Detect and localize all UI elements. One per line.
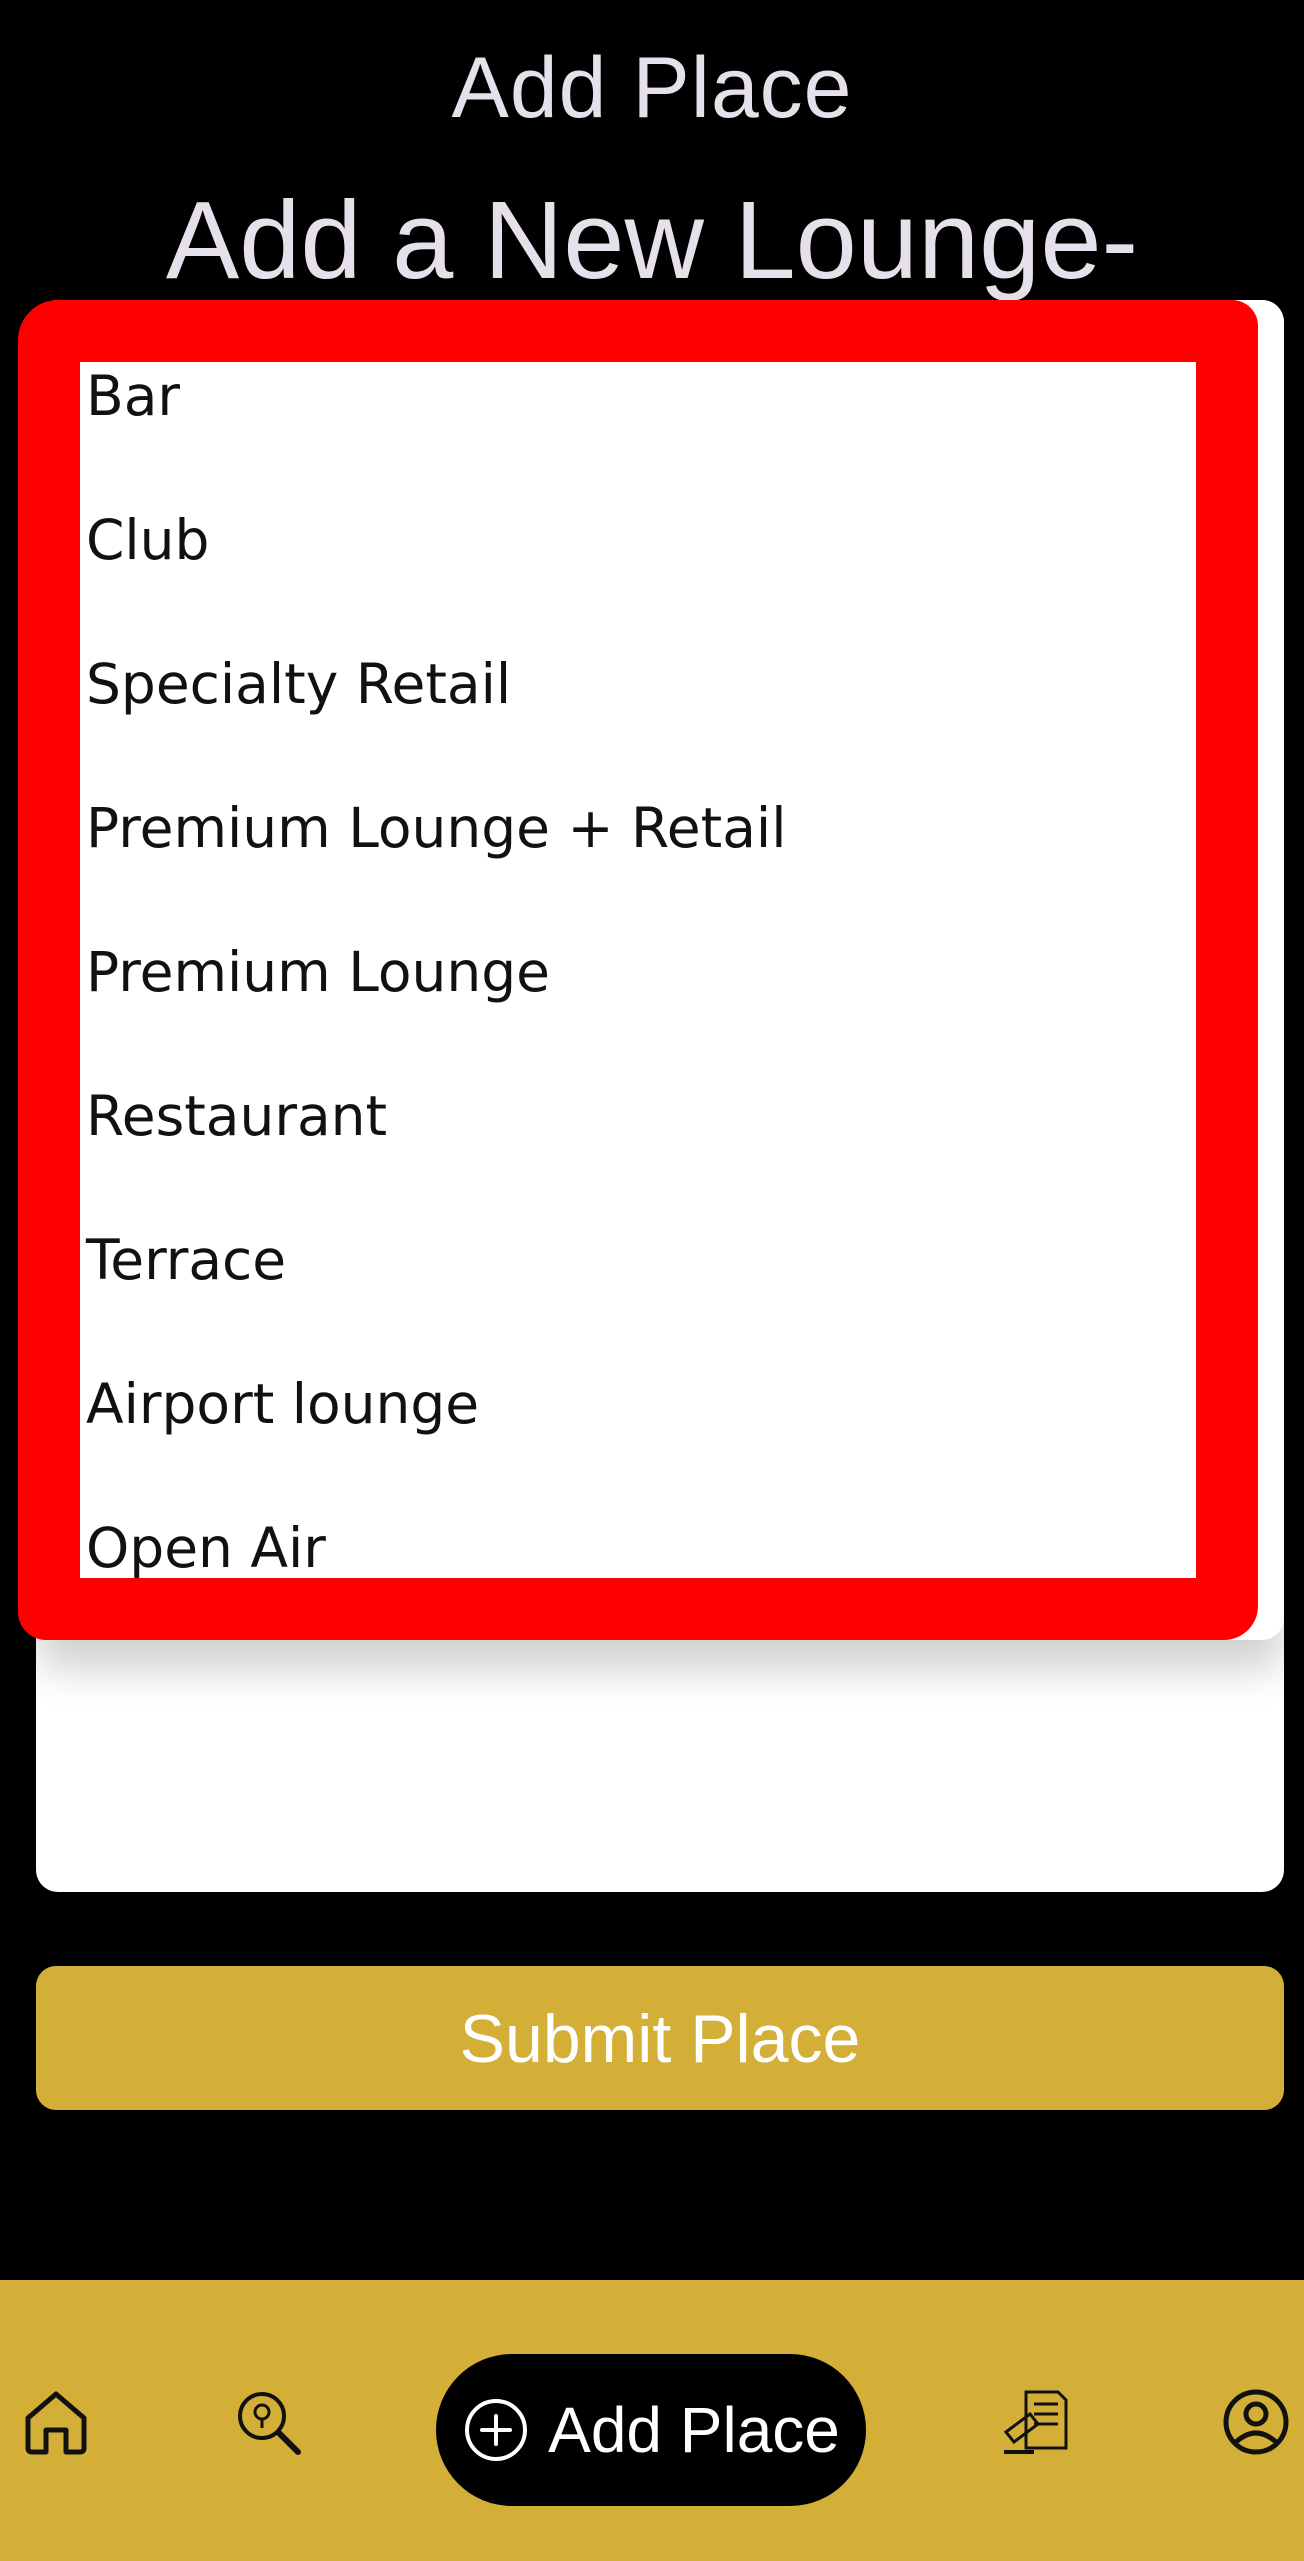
dropdown-item-premium-lounge-retail[interactable]: Premium Lounge + Retail	[86, 756, 786, 900]
submit-place-button[interactable]: Submit Place	[36, 1966, 1284, 2110]
dropdown-item-terrace[interactable]: Terrace	[86, 1188, 286, 1332]
page-title: Add Place	[451, 40, 853, 136]
add-place-nav-button[interactable]: Add Place	[436, 2354, 866, 2506]
dropdown-item-airport-lounge[interactable]: Airport lounge	[86, 1332, 479, 1476]
place-type-dropdown[interactable]: Bar Club Specialty Retail Premium Lounge…	[36, 300, 1284, 1640]
dropdown-item-club[interactable]: Club	[86, 468, 209, 612]
dropdown-item-bar[interactable]: Bar	[86, 324, 180, 468]
profile-icon[interactable]	[1220, 2386, 1292, 2458]
dropdown-item-specialty-retail[interactable]: Specialty Retail	[86, 612, 511, 756]
home-icon[interactable]	[20, 2386, 92, 2458]
dropdown-item-open-air[interactable]: Open Air	[86, 1476, 326, 1620]
reviews-icon[interactable]	[1000, 2386, 1072, 2458]
add-place-nav-label: Add Place	[548, 2394, 840, 2466]
form-title: Add a New Lounge-	[165, 179, 1139, 302]
add-circle-icon	[465, 2399, 528, 2461]
dropdown-item-restaurant[interactable]: Restaurant	[86, 1044, 387, 1188]
dropdown-item-premium-lounge[interactable]: Premium Lounge	[86, 900, 550, 1044]
search-location-icon[interactable]	[232, 2386, 304, 2458]
